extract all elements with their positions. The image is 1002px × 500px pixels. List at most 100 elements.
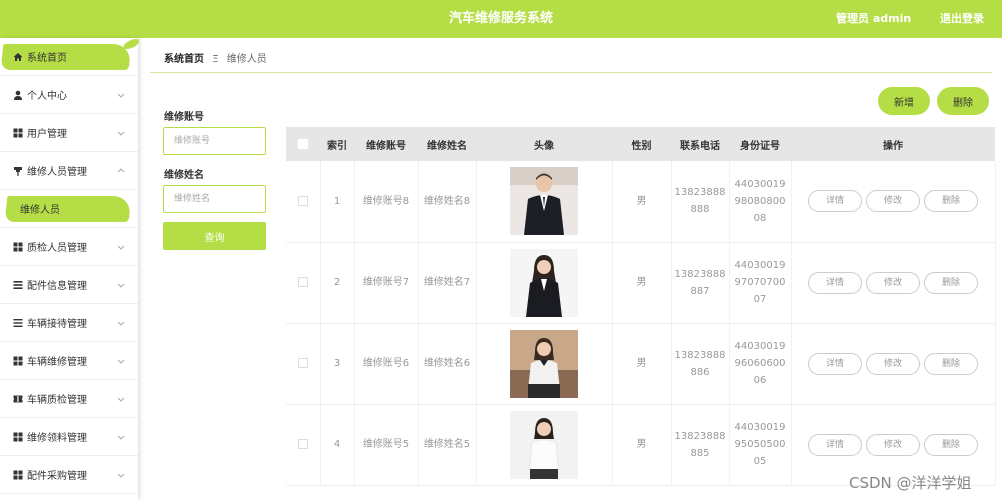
chevron-down-icon — [117, 321, 125, 326]
detail-button[interactable]: 详情 — [808, 271, 862, 294]
top-bar: 汽车维修服务系统 管理员 admin 退出登录 — [0, 0, 1002, 38]
account-label: 维修账号 — [164, 112, 204, 123]
detail-button[interactable]: 详情 — [808, 352, 862, 375]
sidebar-subitem-repair-staff[interactable]: 维修人员 — [0, 190, 138, 228]
edit-button[interactable]: 修改 — [866, 190, 920, 213]
logout-link[interactable]: 退出登录 — [940, 0, 984, 38]
id-card-part: 44030019 — [734, 422, 786, 433]
actions-cell: 详情 修改 删除 — [791, 323, 996, 405]
index-cell: 4 — [320, 404, 355, 486]
person-icon — [12, 89, 23, 100]
sidebar-item-vehicle-inspection[interactable]: 车辆质检管理 — [0, 380, 138, 418]
avatar — [510, 410, 578, 479]
admin-label: 管理员 admin — [836, 12, 912, 25]
delete-button[interactable]: 删除 — [924, 352, 978, 375]
sidebar-item-profile[interactable]: 个人中心 — [0, 76, 138, 114]
phone-part: 888 — [690, 204, 710, 216]
index-cell: 3 — [320, 323, 355, 405]
id-card-cell: 44030019 97070700 07 — [729, 242, 792, 324]
index-cell: 1 — [320, 161, 355, 243]
chevron-down-icon — [117, 245, 125, 250]
id-card-cell: 44030019 98080800 08 — [729, 161, 792, 243]
account-input[interactable] — [163, 127, 266, 155]
sidebar-item-repair-staff-mgmt[interactable]: 维修人员管理 — [0, 152, 138, 190]
sidebar-item-vehicle-reception[interactable]: 车辆接待管理 — [0, 304, 138, 342]
avatar — [510, 248, 578, 317]
row-select-cell — [286, 161, 321, 243]
phone-cell: 13823888 886 — [671, 323, 730, 405]
sidebar-item-vehicle-repair[interactable]: 车辆维修管理 — [0, 342, 138, 380]
account-cell: 维修账号8 — [354, 161, 419, 243]
actions-cell: 详情 修改 删除 — [791, 161, 996, 243]
name-input[interactable] — [163, 185, 266, 213]
edit-button[interactable]: 修改 — [866, 271, 920, 294]
detail-button[interactable]: 详情 — [808, 190, 862, 213]
phone-cell: 13823888 888 — [671, 161, 730, 243]
name-label: 维修姓名 — [164, 170, 204, 181]
phone-part: 13823888 — [674, 187, 726, 199]
breadcrumb-home[interactable]: 系统首页 — [164, 54, 204, 65]
search-button[interactable]: 查询 — [163, 222, 266, 250]
gender-cell: 男 — [612, 242, 672, 324]
avatar-cell — [476, 323, 613, 405]
phone-cell: 13823888 885 — [671, 404, 730, 486]
column-header: 身份证号 — [729, 127, 791, 161]
row-checkbox[interactable] — [297, 195, 308, 206]
phone-part: 13823888 — [674, 349, 726, 361]
gender-cell: 男 — [612, 404, 672, 486]
sidebar-item-label: 车辆维修管理 — [27, 357, 87, 368]
sidebar-item-parts-info[interactable]: 配件信息管理 — [0, 266, 138, 304]
chevron-down-icon — [117, 397, 125, 402]
name-cell: 维修姓名5 — [418, 404, 477, 486]
chevron-down-icon — [117, 93, 125, 98]
name-cell: 维修姓名7 — [418, 242, 477, 324]
id-card-part: 44030019 — [734, 178, 786, 190]
staff-table: 索引 维修账号 维修姓名 头像 性别 联系电话 身份证号 操作 1 维修账号8 … — [286, 127, 996, 486]
list-icon — [12, 279, 23, 290]
account-cell: 维修账号7 — [354, 242, 419, 324]
list-icon — [12, 317, 23, 328]
delete-button[interactable]: 删除 — [924, 190, 978, 213]
sidebar-item-inspector-mgmt[interactable]: 质检人员管理 — [0, 228, 138, 266]
phone-part: 13823888 — [674, 430, 726, 442]
column-header: 头像 — [476, 127, 612, 161]
sidebar-item-material-requisition[interactable]: 维修领料管理 — [0, 418, 138, 456]
watermark: CSDN @洋洋学姐 — [849, 474, 972, 492]
name-cell: 维修姓名8 — [418, 161, 477, 243]
sidebar-item-label: 车辆接待管理 — [27, 319, 87, 330]
pin-icon — [12, 165, 23, 176]
column-header: 维修账号 — [354, 127, 418, 161]
batch-delete-button[interactable]: 删除 — [937, 87, 989, 115]
sidebar-item-users[interactable]: 用户管理 — [0, 114, 138, 152]
id-card-cell: 44030019 96060600 06 — [729, 323, 792, 405]
edit-button[interactable]: 修改 — [866, 352, 920, 375]
table-row: 2 维修账号7 维修姓名7 男 13823888 887 44030019 9707… — [286, 242, 996, 324]
breadcrumb-current: 维修人员 — [226, 54, 267, 65]
row-select-cell — [286, 323, 321, 405]
avatar — [510, 167, 578, 236]
name-cell: 维修姓名6 — [418, 323, 477, 405]
row-checkbox[interactable] — [297, 439, 308, 449]
select-all-checkbox[interactable] — [298, 138, 308, 149]
gender-cell: 男 — [612, 323, 672, 405]
edit-button[interactable]: 修改 — [866, 433, 920, 456]
sidebar-item-parts-purchase[interactable]: 配件采购管理 — [0, 456, 138, 494]
grid-icon — [12, 127, 23, 138]
sidebar-item-label: 车辆质检管理 — [27, 395, 87, 406]
phone-cell: 13823888 887 — [671, 242, 730, 324]
table-row: 3 维修账号6 维修姓名6 男 13823888 886 44030019 9606… — [286, 323, 996, 405]
account-cell: 维修账号6 — [354, 323, 419, 405]
ticket-icon — [12, 393, 23, 404]
row-checkbox[interactable] — [297, 277, 308, 287]
row-checkbox[interactable] — [297, 358, 308, 368]
detail-button[interactable]: 详情 — [808, 433, 862, 456]
id-card-part: 44030019 — [734, 341, 786, 352]
actions-cell: 详情 修改 删除 — [791, 242, 996, 324]
delete-button[interactable]: 删除 — [924, 271, 978, 294]
id-card-cell: 44030019 95050500 05 — [729, 404, 792, 486]
add-button[interactable]: 新增 — [878, 87, 930, 115]
sidebar-item-home[interactable]: 系统首页 — [0, 38, 138, 76]
row-select-cell — [286, 404, 321, 486]
delete-button[interactable]: 删除 — [924, 433, 978, 456]
divider — [150, 72, 992, 73]
